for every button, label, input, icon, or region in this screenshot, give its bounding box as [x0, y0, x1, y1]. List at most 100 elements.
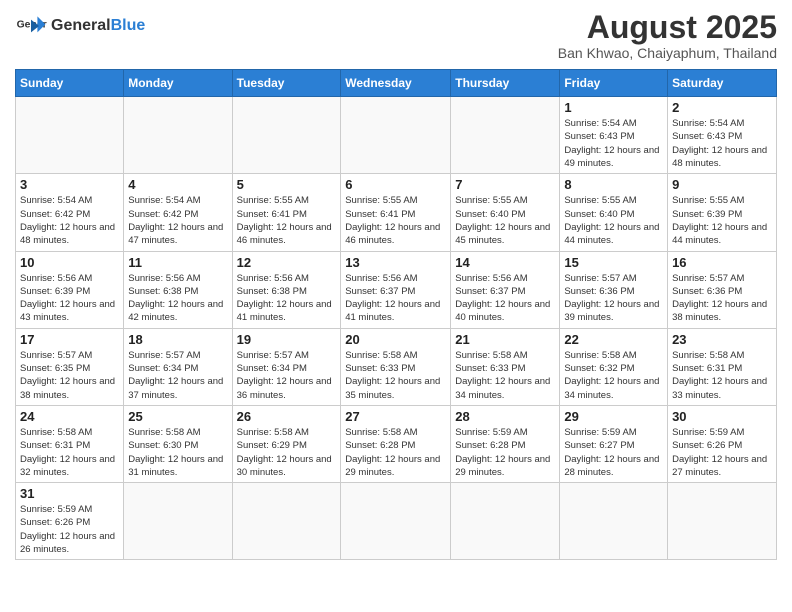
calendar-day-cell: 12Sunrise: 5:56 AM Sunset: 6:38 PM Dayli… [232, 251, 341, 328]
calendar-day-cell: 23 Sunrise: 5:58 AM Sunset: 6:31 PM Dayli… [668, 328, 777, 405]
day-number: 15 [564, 255, 663, 270]
day-info: Sunrise: 5:54 AM Sunset: 6:42 PM Dayligh… [20, 194, 119, 247]
calendar-day-cell: 2 Sunrise: 5:54 AM Sunset: 6:43 PM Daylig… [668, 97, 777, 174]
calendar-day-cell [16, 97, 124, 174]
day-number: 14 [455, 255, 555, 270]
day-info: Sunrise: 5:57 AM Sunset: 6:34 PM Dayligh… [128, 349, 227, 402]
calendar-day-cell: 6Sunrise: 5:55 AM Sunset: 6:41 PM Daylig… [341, 174, 451, 251]
calendar-day-cell: 31Sunrise: 5:59 AM Sunset: 6:26 PM Dayli… [16, 483, 124, 560]
calendar-week-row: 17Sunrise: 5:57 AM Sunset: 6:35 PM Dayli… [16, 328, 777, 405]
day-info: Sunrise: 5:57 AM Sunset: 6:35 PM Dayligh… [20, 349, 119, 402]
calendar-day-cell [341, 97, 451, 174]
day-number: 23 [672, 332, 772, 347]
day-number: 8 [564, 177, 663, 192]
col-monday: Monday [124, 70, 232, 97]
day-info: Sunrise: 5:58 AM Sunset: 6:28 PM Dayligh… [345, 426, 446, 479]
calendar-day-cell: 30 Sunrise: 5:59 AM Sunset: 6:26 PM Dayli… [668, 405, 777, 482]
day-info: Sunrise: 5:59 AM Sunset: 6:26 PM Dayligh… [20, 503, 119, 556]
calendar-week-row: 1 Sunrise: 5:54 AM Sunset: 6:43 PM Daylig… [16, 97, 777, 174]
day-number: 22 [564, 332, 663, 347]
day-info: Sunrise: 5:58 AM Sunset: 6:31 PM Dayligh… [672, 349, 772, 402]
calendar-day-cell: 21 Sunrise: 5:58 AM Sunset: 6:33 PM Dayli… [451, 328, 560, 405]
day-number: 13 [345, 255, 446, 270]
day-info: Sunrise: 5:58 AM Sunset: 6:33 PM Dayligh… [345, 349, 446, 402]
col-wednesday: Wednesday [341, 70, 451, 97]
col-sunday: Sunday [16, 70, 124, 97]
calendar-day-cell [232, 97, 341, 174]
day-number: 29 [564, 409, 663, 424]
calendar-day-cell: 24Sunrise: 5:58 AM Sunset: 6:31 PM Dayli… [16, 405, 124, 482]
day-info: Sunrise: 5:59 AM Sunset: 6:28 PM Dayligh… [455, 426, 555, 479]
day-info: Sunrise: 5:57 AM Sunset: 6:36 PM Dayligh… [672, 272, 772, 325]
day-info: Sunrise: 5:55 AM Sunset: 6:40 PM Dayligh… [455, 194, 555, 247]
day-number: 19 [237, 332, 337, 347]
calendar-week-row: 24Sunrise: 5:58 AM Sunset: 6:31 PM Dayli… [16, 405, 777, 482]
month-title: August 2025 [558, 10, 777, 45]
day-info: Sunrise: 5:56 AM Sunset: 6:37 PM Dayligh… [455, 272, 555, 325]
calendar-week-row: 10 Sunrise: 5:56 AM Sunset: 6:39 PM Dayli… [16, 251, 777, 328]
col-thursday: Thursday [451, 70, 560, 97]
day-info: Sunrise: 5:59 AM Sunset: 6:26 PM Dayligh… [672, 426, 772, 479]
calendar-day-cell: 29 Sunrise: 5:59 AM Sunset: 6:27 PM Dayli… [560, 405, 668, 482]
calendar-day-cell [668, 483, 777, 560]
location-subtitle: Ban Khwao, Chaiyaphum, Thailand [558, 45, 777, 61]
day-number: 26 [237, 409, 337, 424]
day-number: 11 [128, 255, 227, 270]
calendar-day-cell: 25Sunrise: 5:58 AM Sunset: 6:30 PM Dayli… [124, 405, 232, 482]
calendar-week-row: 3 Sunrise: 5:54 AM Sunset: 6:42 PM Daylig… [16, 174, 777, 251]
day-info: Sunrise: 5:54 AM Sunset: 6:43 PM Dayligh… [564, 117, 663, 170]
day-info: Sunrise: 5:54 AM Sunset: 6:42 PM Dayligh… [128, 194, 227, 247]
calendar-day-cell [124, 483, 232, 560]
day-number: 6 [345, 177, 446, 192]
day-number: 1 [564, 100, 663, 115]
page-header: General GeneralBlue August 2025 Ban Khwa… [15, 10, 777, 61]
calendar-day-cell: 15 Sunrise: 5:57 AM Sunset: 6:36 PM Dayli… [560, 251, 668, 328]
day-number: 4 [128, 177, 227, 192]
calendar-day-cell: 4 Sunrise: 5:54 AM Sunset: 6:42 PM Daylig… [124, 174, 232, 251]
col-saturday: Saturday [668, 70, 777, 97]
calendar-day-cell: 20Sunrise: 5:58 AM Sunset: 6:33 PM Dayli… [341, 328, 451, 405]
col-tuesday: Tuesday [232, 70, 341, 97]
day-number: 30 [672, 409, 772, 424]
day-info: Sunrise: 5:56 AM Sunset: 6:38 PM Dayligh… [237, 272, 337, 325]
calendar-day-cell: 18 Sunrise: 5:57 AM Sunset: 6:34 PM Dayli… [124, 328, 232, 405]
calendar-day-cell: 5Sunrise: 5:55 AM Sunset: 6:41 PM Daylig… [232, 174, 341, 251]
day-number: 10 [20, 255, 119, 270]
calendar-day-cell: 11Sunrise: 5:56 AM Sunset: 6:38 PM Dayli… [124, 251, 232, 328]
day-info: Sunrise: 5:54 AM Sunset: 6:43 PM Dayligh… [672, 117, 772, 170]
calendar-week-row: 31Sunrise: 5:59 AM Sunset: 6:26 PM Dayli… [16, 483, 777, 560]
day-number: 21 [455, 332, 555, 347]
day-info: Sunrise: 5:59 AM Sunset: 6:27 PM Dayligh… [564, 426, 663, 479]
day-info: Sunrise: 5:58 AM Sunset: 6:32 PM Dayligh… [564, 349, 663, 402]
logo: General GeneralBlue [15, 10, 145, 42]
day-info: Sunrise: 5:56 AM Sunset: 6:39 PM Dayligh… [20, 272, 119, 325]
day-number: 24 [20, 409, 119, 424]
calendar-day-cell [124, 97, 232, 174]
calendar-header-row: Sunday Monday Tuesday Wednesday Thursday… [16, 70, 777, 97]
day-number: 9 [672, 177, 772, 192]
calendar-day-cell: 19 Sunrise: 5:57 AM Sunset: 6:34 PM Dayli… [232, 328, 341, 405]
day-info: Sunrise: 5:55 AM Sunset: 6:41 PM Dayligh… [237, 194, 337, 247]
day-number: 3 [20, 177, 119, 192]
calendar-day-cell: 13Sunrise: 5:56 AM Sunset: 6:37 PM Dayli… [341, 251, 451, 328]
day-info: Sunrise: 5:57 AM Sunset: 6:34 PM Dayligh… [237, 349, 337, 402]
day-info: Sunrise: 5:58 AM Sunset: 6:29 PM Dayligh… [237, 426, 337, 479]
day-info: Sunrise: 5:57 AM Sunset: 6:36 PM Dayligh… [564, 272, 663, 325]
day-number: 7 [455, 177, 555, 192]
logo-icon: General [15, 10, 47, 42]
day-number: 18 [128, 332, 227, 347]
day-number: 27 [345, 409, 446, 424]
calendar-day-cell [451, 97, 560, 174]
calendar-day-cell: 9Sunrise: 5:55 AM Sunset: 6:39 PM Daylig… [668, 174, 777, 251]
calendar-day-cell [341, 483, 451, 560]
title-block: August 2025 Ban Khwao, Chaiyaphum, Thail… [558, 10, 777, 61]
calendar-day-cell: 16Sunrise: 5:57 AM Sunset: 6:36 PM Dayli… [668, 251, 777, 328]
calendar-day-cell: 26 Sunrise: 5:58 AM Sunset: 6:29 PM Dayli… [232, 405, 341, 482]
day-number: 25 [128, 409, 227, 424]
calendar-day-cell: 22 Sunrise: 5:58 AM Sunset: 6:32 PM Dayli… [560, 328, 668, 405]
calendar-day-cell: 8 Sunrise: 5:55 AM Sunset: 6:40 PM Daylig… [560, 174, 668, 251]
day-info: Sunrise: 5:55 AM Sunset: 6:40 PM Dayligh… [564, 194, 663, 247]
calendar-day-cell: 17Sunrise: 5:57 AM Sunset: 6:35 PM Dayli… [16, 328, 124, 405]
day-number: 2 [672, 100, 772, 115]
day-info: Sunrise: 5:58 AM Sunset: 6:33 PM Dayligh… [455, 349, 555, 402]
